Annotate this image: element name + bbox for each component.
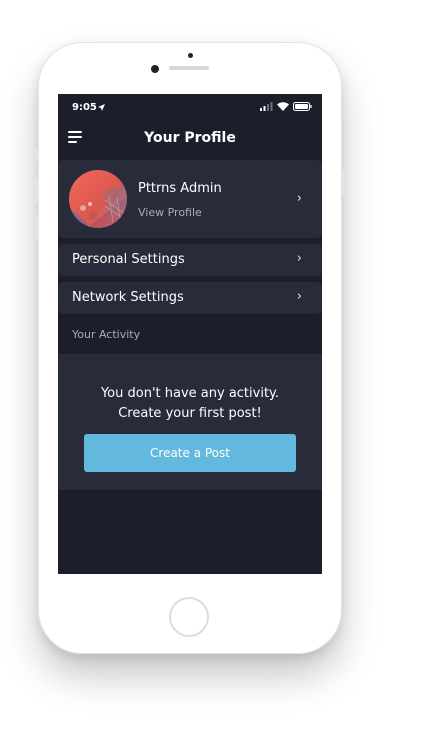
- phone-speaker: [169, 66, 209, 70]
- battery-icon: [293, 102, 312, 111]
- chevron-right-icon: ›: [296, 251, 302, 266]
- phone-side-button: [341, 170, 344, 196]
- phone-volume-button: [35, 178, 38, 204]
- activity-panel: You don't have any activity. Create your…: [58, 354, 322, 490]
- activity-section-label: Your Activity: [72, 328, 141, 341]
- network-settings-row[interactable]: Network Settings ›: [58, 282, 322, 314]
- signal-icon: [260, 102, 273, 111]
- location-arrow-icon: [98, 104, 105, 111]
- view-profile-link[interactable]: View Profile: [138, 206, 202, 219]
- empty-message-line: Create your first post!: [118, 406, 262, 421]
- avatar: [69, 170, 127, 228]
- status-time: 9:05: [72, 102, 97, 113]
- empty-activity-message: You don't have any activity. Create your…: [58, 384, 322, 424]
- phone-volume-button: [35, 148, 38, 162]
- phone-volume-button: [35, 214, 38, 240]
- home-button[interactable]: [169, 597, 209, 637]
- empty-message-line: You don't have any activity.: [100, 386, 280, 401]
- phone-camera: [151, 65, 159, 73]
- profile-name: Pttrns Admin: [138, 181, 222, 196]
- navigation-bar: Your Profile: [58, 120, 322, 156]
- wifi-icon: [277, 102, 289, 111]
- page-title: Your Profile: [144, 130, 236, 146]
- chevron-right-icon: ›: [296, 191, 302, 206]
- create-post-button[interactable]: Create a Post: [84, 434, 296, 472]
- phone-sensor: [188, 53, 193, 58]
- profile-card[interactable]: Pttrns Admin View Profile ›: [58, 160, 322, 238]
- network-settings-label: Network Settings: [72, 290, 184, 305]
- status-bar: 9:05: [58, 94, 322, 120]
- app-screen: 9:05 Your Profile Pttrns Admin View Prof…: [58, 94, 322, 574]
- chevron-right-icon: ›: [296, 289, 302, 304]
- personal-settings-label: Personal Settings: [72, 252, 185, 267]
- personal-settings-row[interactable]: Personal Settings ›: [58, 244, 322, 276]
- status-icons: [260, 102, 312, 111]
